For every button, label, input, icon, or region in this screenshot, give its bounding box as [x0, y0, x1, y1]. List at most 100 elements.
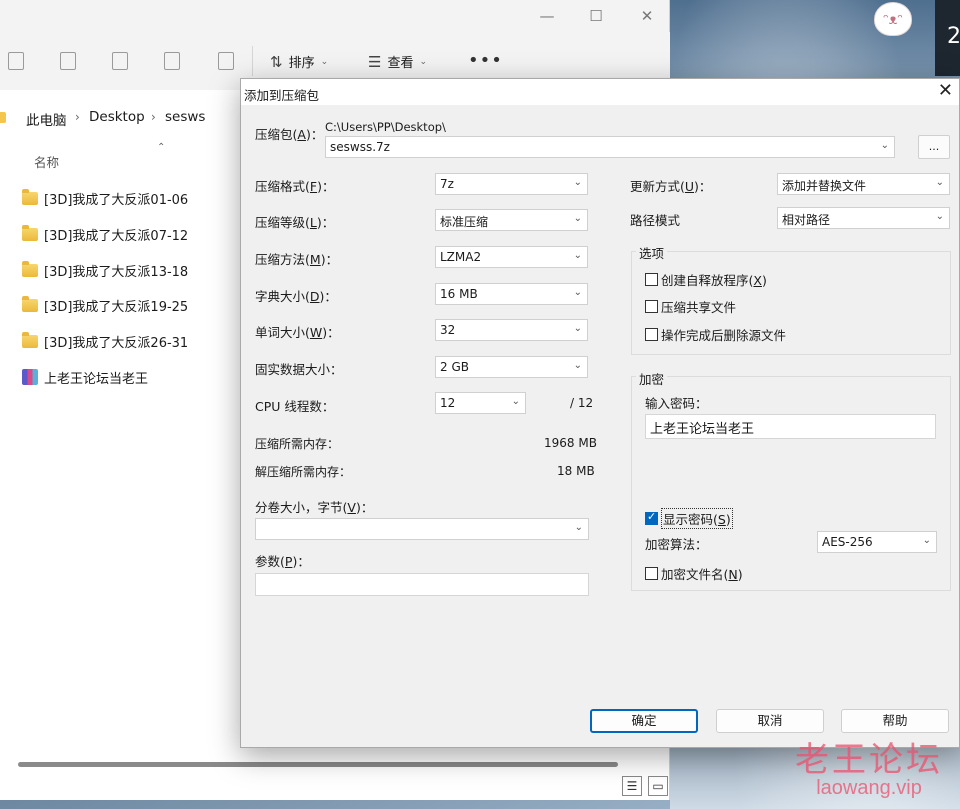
breadcrumb-item[interactable]: Desktop: [89, 109, 145, 125]
compress-shared-checkbox[interactable]: 压缩共享文件: [645, 297, 736, 316]
rename-icon[interactable]: [112, 52, 128, 70]
chevron-down-icon: ⌄: [573, 287, 582, 298]
checkbox-checked-icon: [645, 510, 658, 525]
close-icon[interactable]: ✕: [637, 6, 657, 26]
breadcrumb-item[interactable]: sesws: [165, 109, 205, 125]
folder-icon: [22, 188, 38, 205]
site-watermark: 老王论坛 laowang.vip: [795, 732, 943, 800]
close-icon[interactable]: ✕: [938, 80, 953, 101]
paste-icon[interactable]: [60, 52, 76, 70]
archive-label: 压缩包(A)：: [255, 127, 324, 142]
path-mode-label: 路径模式: [630, 213, 681, 228]
encryption-title: 加密: [636, 369, 668, 388]
cpu-threads-select[interactable]: 12 ⌄: [435, 392, 526, 414]
chevron-down-icon: ⌄: [880, 140, 889, 151]
compress-memory-label: 压缩所需内存：: [255, 437, 340, 451]
sort-button[interactable]: ⇅ 排序 ⌄: [270, 52, 329, 72]
add-to-archive-dialog: 添加到压缩包 ✕ 压缩包(A)： C:\Users\PP\Desktop\ se…: [240, 78, 960, 748]
delete-icon[interactable]: [218, 52, 234, 70]
tiles-view-icon[interactable]: ▭: [648, 776, 668, 796]
breadcrumb-chevron-icon: ›: [75, 110, 80, 124]
file-name: [3D]我成了大反派13-18: [44, 264, 189, 280]
list-item[interactable]: [3D]我成了大反派26-31: [22, 330, 188, 352]
chevron-down-icon: ⌄: [573, 360, 582, 371]
archive-icon: [22, 369, 38, 385]
archive-path: C:\Users\PP\Desktop\: [325, 120, 446, 134]
dictionary-select[interactable]: 16 MB ⌄: [435, 283, 588, 305]
breadcrumb-chevron-icon: ›: [151, 110, 156, 124]
dialog-titlebar: 添加到压缩包 ✕: [241, 79, 959, 105]
file-name: [3D]我成了大反派26-31: [44, 335, 189, 351]
chevron-down-icon: ⌄: [511, 396, 520, 407]
toolbar-divider: [252, 46, 253, 76]
details-view-icon[interactable]: ☰: [622, 776, 642, 796]
share-icon[interactable]: [164, 52, 180, 70]
word-size-select[interactable]: 32 ⌄: [435, 319, 588, 341]
browse-button[interactable]: ...: [918, 135, 950, 159]
file-name: [3D]我成了大反派01-06: [44, 192, 189, 208]
horizontal-scrollbar[interactable]: [18, 762, 618, 767]
folder-icon: [22, 331, 38, 348]
encryption-method-select[interactable]: AES-256 ⌄: [817, 531, 937, 553]
word-size-label: 单词大小(W)：: [255, 325, 340, 340]
list-item[interactable]: 上老王论坛当老王: [22, 366, 148, 388]
folder-icon: [0, 112, 6, 123]
parameters-input[interactable]: [255, 573, 589, 596]
help-button[interactable]: 帮助: [841, 709, 949, 733]
level-select[interactable]: 标准压缩 ⌄: [435, 209, 588, 231]
sort-icon: ⇅: [270, 52, 283, 71]
decompress-memory-value: 18 MB: [557, 464, 595, 478]
checkbox-box: [645, 273, 658, 286]
archive-name-combobox[interactable]: seswss.7z ⌄: [325, 136, 895, 158]
chevron-down-icon: ⌄: [922, 535, 931, 546]
show-password-checkbox[interactable]: 显示密码(S): [645, 508, 733, 529]
chevron-down-icon: ⌄: [573, 323, 582, 334]
watermark-title: 老王论坛: [795, 740, 943, 780]
chevron-down-icon: ⌄: [573, 250, 582, 261]
cancel-button[interactable]: 取消: [716, 709, 824, 733]
list-item[interactable]: [3D]我成了大反派13-18: [22, 259, 188, 281]
options-title: 选项: [636, 243, 668, 262]
minimize-icon[interactable]: —: [537, 6, 557, 26]
method-select[interactable]: LZMA2 ⌄: [435, 246, 588, 268]
file-name: [3D]我成了大反派07-12: [44, 228, 189, 244]
folder-icon: [22, 295, 38, 312]
update-mode-label: 更新方式(U)：: [630, 179, 712, 194]
copy-icon[interactable]: [8, 52, 24, 70]
list-item[interactable]: [3D]我成了大反派01-06: [22, 187, 188, 209]
watermark-url: laowang.vip: [816, 777, 922, 799]
chevron-down-icon: ⌄: [935, 211, 944, 222]
chevron-down-icon: ⌄: [935, 177, 944, 188]
delete-after-checkbox[interactable]: 操作完成后删除源文件: [645, 325, 786, 344]
folder-icon: [22, 260, 38, 277]
file-name: [3D]我成了大反派19-25: [44, 299, 189, 315]
sort-label: 排序: [288, 56, 315, 71]
chevron-down-icon: ⌄: [573, 213, 582, 224]
level-label: 压缩等级(L)：: [255, 215, 335, 230]
clock-partial: 2: [935, 0, 960, 76]
explorer-titlebar: — ☐ ✕: [0, 0, 669, 32]
chevron-down-icon: ⌄: [419, 56, 428, 67]
ok-button[interactable]: 确定: [590, 709, 698, 733]
view-label: 查看: [387, 56, 414, 71]
cpu-threads-label: CPU 线程数：: [255, 399, 335, 414]
cpu-threads-max: / 12: [570, 396, 594, 410]
path-mode-select[interactable]: 相对路径 ⌄: [777, 207, 950, 229]
password-input[interactable]: 上老王论坛当老王: [645, 414, 936, 439]
chevron-down-icon: ⌄: [320, 56, 329, 67]
format-select[interactable]: 7z ⌄: [435, 173, 588, 195]
create-sfx-checkbox[interactable]: 创建自释放程序(X): [645, 270, 767, 289]
encryption-method-label: 加密算法：: [645, 537, 708, 552]
maximize-icon[interactable]: ☐: [586, 6, 606, 26]
view-button[interactable]: ☰ 查看 ⌄: [368, 52, 428, 72]
list-item[interactable]: [3D]我成了大反派19-25: [22, 294, 188, 316]
encrypt-filenames-checkbox[interactable]: 加密文件名(N): [645, 564, 743, 583]
more-options-button[interactable]: •••: [468, 50, 503, 71]
solid-size-select[interactable]: 2 GB ⌄: [435, 356, 588, 378]
volume-size-combobox[interactable]: ⌄: [255, 518, 589, 540]
update-mode-select[interactable]: 添加并替换文件 ⌄: [777, 173, 950, 195]
breadcrumb-item[interactable]: 此电脑: [26, 109, 67, 129]
list-item[interactable]: [3D]我成了大反派07-12: [22, 223, 188, 245]
column-header-name[interactable]: 名称: [34, 152, 59, 171]
dialog-title: 添加到压缩包: [244, 88, 320, 103]
